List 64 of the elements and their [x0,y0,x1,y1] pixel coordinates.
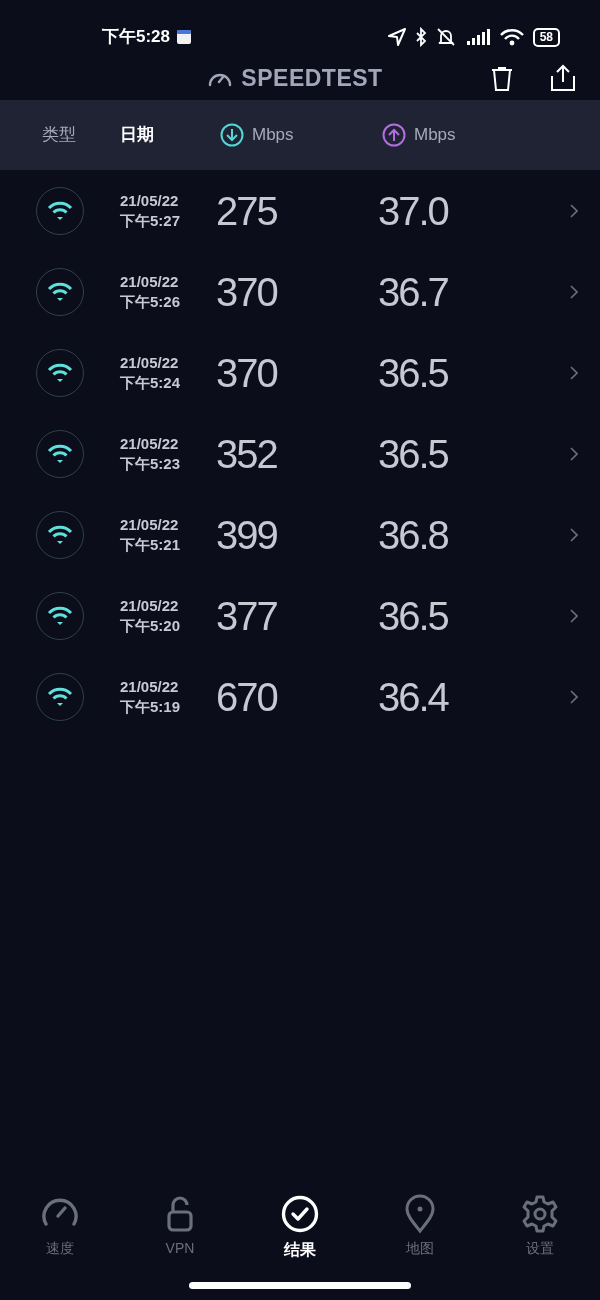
chevron-right-icon [570,527,578,542]
column-header[interactable]: Mbps [382,122,456,148]
chevron-right-icon [570,689,578,704]
result-row[interactable]: 21/05/22 下午5:19 670 36.4 [0,656,600,737]
settings-icon [520,1194,560,1234]
location-icon [386,27,407,47]
calendar-icon [176,29,193,45]
status-time: 下午5:28 [102,26,171,49]
nav-tab[interactable]: 速度 [2,1194,118,1259]
upload-speed: 36.5 [378,593,448,638]
result-date: 21/05/22 [120,271,180,292]
chevron-right-icon [570,365,578,380]
nav-tab[interactable]: 地图 [362,1194,478,1259]
share-icon[interactable] [550,64,576,92]
column-header[interactable]: Mbps [220,122,382,148]
download-speed: 275 [216,188,277,233]
download-speed: 370 [216,269,277,314]
result-date: 21/05/22 [120,433,180,454]
chevron-right-icon [570,446,578,461]
upload-speed: 36.5 [378,431,448,476]
result-date: 21/05/22 [120,676,180,697]
nav-tab[interactable]: 结果 [242,1194,358,1262]
result-row[interactable]: 21/05/22 下午5:27 275 37.0 [0,170,600,251]
signal-icon [464,27,491,47]
result-row[interactable]: 21/05/22 下午5:26 370 36.7 [0,251,600,332]
result-time: 下午5:23 [120,453,182,474]
muted-bell-icon [434,27,457,47]
upload-speed: 36.7 [378,269,448,314]
download-speed: 399 [216,512,277,557]
chevron-right-icon [570,203,578,218]
result-time: 下午5:21 [120,534,182,555]
upload-speed: 36.4 [378,674,448,719]
result-row[interactable]: 21/05/22 下午5:24 370 36.5 [0,332,600,413]
result-time: 下午5:19 [120,696,182,717]
download-speed: 377 [216,593,277,638]
column-header[interactable]: 类型 [42,122,120,148]
checkmark-icon [280,1194,320,1234]
upload-speed: 37.0 [378,188,448,233]
chevron-right-icon [570,608,578,623]
result-date: 21/05/22 [120,352,180,373]
result-time: 下午5:27 [120,210,182,231]
download-speed: 370 [216,350,277,395]
upload-speed: 36.5 [378,350,448,395]
result-time: 下午5:26 [120,291,182,312]
upload-speed: 36.8 [378,512,448,557]
app-title: SPEEDTEST [241,63,383,93]
nav-tab[interactable]: VPN [122,1194,238,1259]
battery-indicator: 58 [532,27,560,47]
download-speed: 352 [216,431,277,476]
result-date: 21/05/22 [120,514,180,535]
column-header[interactable]: 日期 [120,122,220,148]
chevron-right-icon [570,284,578,299]
result-row[interactable]: 21/05/22 下午5:21 399 36.8 [0,494,600,575]
wifi-status-icon [498,27,525,47]
result-date: 21/05/22 [120,190,180,211]
result-date: 21/05/22 [120,595,180,616]
result-row[interactable]: 21/05/22 下午5:20 377 36.5 [0,575,600,656]
result-time: 下午5:20 [120,615,182,636]
bluetooth-icon [414,27,427,47]
trash-icon[interactable] [490,66,514,92]
download-speed: 670 [216,674,277,719]
nav-tab[interactable]: 设置 [482,1194,598,1259]
result-row[interactable]: 21/05/22 下午5:23 352 36.5 [0,413,600,494]
result-time: 下午5:24 [120,372,182,393]
